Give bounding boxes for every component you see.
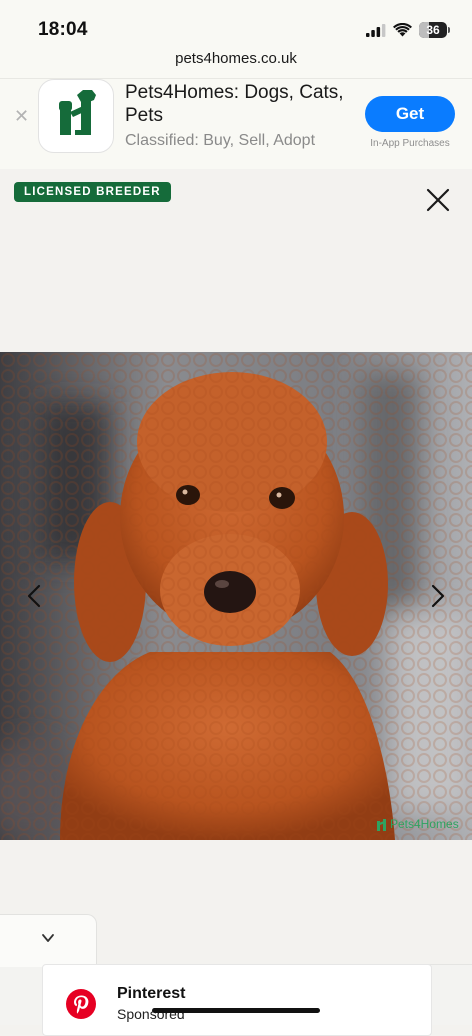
app-icon[interactable] [38, 79, 114, 153]
status-icons: 36 [366, 20, 450, 40]
poodle-puppy-image [0, 352, 472, 840]
previous-image-icon[interactable] [25, 583, 43, 609]
pets4homes-mark-icon [377, 819, 386, 831]
banner-close-icon[interactable]: ✕ [14, 106, 29, 127]
pinterest-logo-icon [66, 989, 96, 1019]
chevron-down-icon [42, 934, 54, 942]
signal-icon [366, 23, 386, 37]
watermark-text: Pets4Homes [390, 817, 459, 831]
battery-icon: 36 [419, 22, 447, 38]
wifi-icon [393, 23, 412, 37]
battery-level: 36 [426, 23, 440, 37]
in-app-purchases-label: In-App Purchases [370, 138, 450, 149]
status-bar: 18:04 36 pets4homes.co.uk [0, 0, 472, 78]
pets4homes-logo-icon [59, 90, 96, 135]
pet-photo[interactable] [0, 352, 472, 840]
battery-tip [448, 27, 450, 33]
get-app-button[interactable]: Get [365, 96, 455, 132]
app-title: Pets4Homes: Dogs, Cats, Pets [125, 82, 344, 126]
close-gallery-icon[interactable] [424, 186, 452, 214]
app-banner: ✕ Pets4Homes: Dogs, Cats, Pets Classifie… [0, 78, 472, 169]
ad-title: Pinterest [117, 985, 186, 1002]
photo-watermark: Pets4Homes [376, 817, 459, 831]
address-bar-url[interactable]: pets4homes.co.uk [0, 50, 472, 67]
status-time: 18:04 [38, 19, 88, 40]
home-indicator[interactable] [152, 1008, 320, 1013]
next-image-icon[interactable] [429, 583, 447, 609]
app-subtitle: Classified: Buy, Sell, Adopt [125, 132, 316, 149]
licensed-breeder-badge: LICENSED BREEDER [14, 182, 171, 202]
collapse-ad-tab[interactable] [0, 914, 97, 967]
sponsored-ad-card[interactable] [42, 964, 432, 1036]
